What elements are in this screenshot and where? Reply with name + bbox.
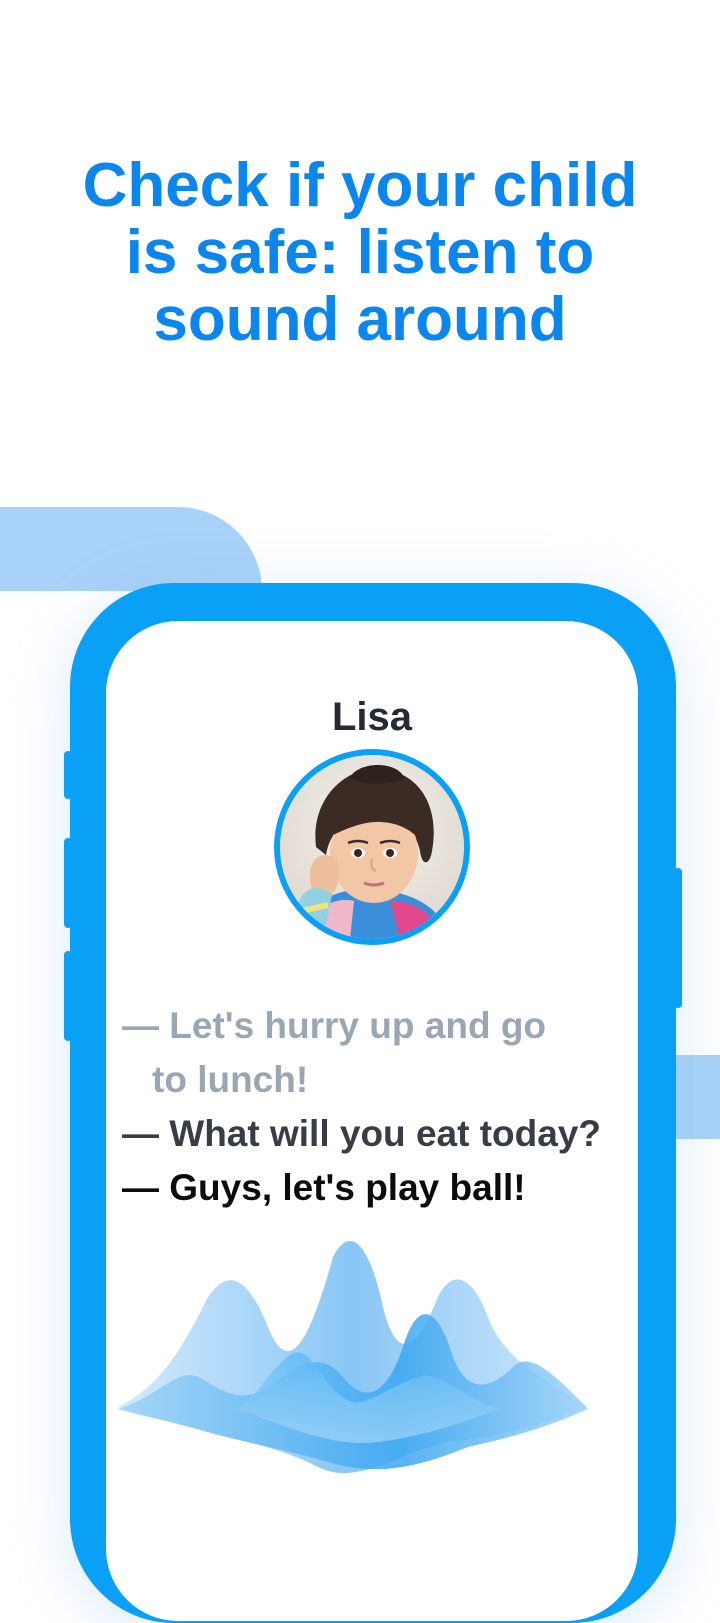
headline-line-2: is safe: listen to — [125, 218, 595, 287]
transcript-line-1: — Let's hurry up and go — [122, 1005, 547, 1046]
phone-volume-down-button — [64, 838, 72, 928]
audio-waveform-icon — [118, 1241, 588, 1474]
transcript-line-3: — Guys, let's play ball! — [122, 1167, 526, 1208]
decorative-blob-right — [670, 1055, 720, 1139]
headline-line-3: sound around — [153, 285, 567, 354]
child-photo-avatar-icon — [280, 755, 464, 939]
phone-volume-up-button — [64, 751, 72, 799]
phone-mockup: Lisa — Let's hurry up and go to lunch! —… — [64, 583, 682, 1623]
transcript-line-2: — What will you eat today? — [122, 1113, 601, 1154]
phone-side-button — [64, 951, 72, 1041]
page-headline: Check if your child is safe: listen to s… — [0, 152, 720, 353]
transcript-line-1-continued: to lunch! — [122, 1053, 632, 1107]
audio-transcript: — Let's hurry up and go to lunch! — What… — [122, 999, 632, 1215]
headline-line-1: Check if your child — [82, 151, 638, 220]
phone-power-button — [674, 868, 682, 1008]
child-avatar[interactable] — [274, 749, 470, 945]
decorative-blob-left — [0, 507, 262, 591]
transcript-line-1-continued-text: to lunch! — [152, 1059, 309, 1100]
phone-screen: Lisa — Let's hurry up and go to lunch! —… — [106, 621, 638, 1621]
contact-name: Lisa — [331, 695, 413, 739]
